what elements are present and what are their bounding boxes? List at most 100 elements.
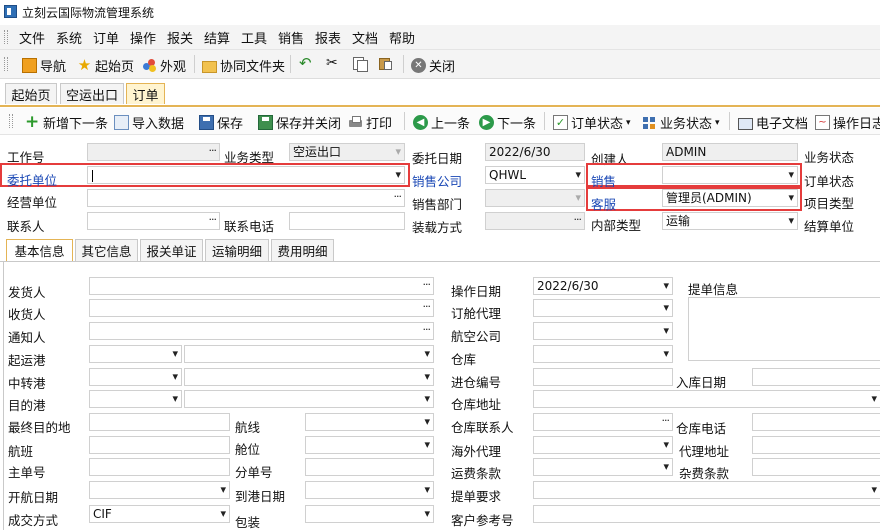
transit-code-select[interactable]: [89, 368, 182, 386]
operating-unit-field[interactable]: [87, 189, 405, 207]
operating-unit-label: 经营单位: [7, 195, 58, 210]
trade-term-select[interactable]: CIF: [89, 505, 230, 523]
text-cursor: [92, 170, 93, 182]
cut-button[interactable]: ✂: [326, 56, 341, 71]
order-status-button[interactable]: ✓ 订单状态 ▾: [553, 113, 631, 132]
menu-order[interactable]: 订单: [93, 28, 119, 47]
menu-operation[interactable]: 操作: [130, 28, 156, 47]
copy-button[interactable]: [352, 56, 368, 72]
undo-button[interactable]: ↶: [299, 56, 314, 71]
warehouse-addr-field[interactable]: [533, 390, 880, 408]
navigation-button[interactable]: 导航: [22, 56, 66, 75]
menu-settlement[interactable]: 结算: [204, 28, 230, 47]
warehouse-contact-field[interactable]: [533, 413, 673, 431]
route-select[interactable]: [305, 413, 434, 431]
contact-phone-label: 联系电话: [224, 219, 275, 234]
business-status-button[interactable]: 业务状态 ▾: [642, 113, 720, 132]
tab-customs-docs[interactable]: 报关单证: [140, 239, 203, 261]
hawb-field[interactable]: [305, 458, 434, 476]
pol-code-select[interactable]: [89, 345, 182, 363]
warehouse-select[interactable]: [533, 345, 673, 363]
bl-info-textarea[interactable]: [688, 297, 880, 361]
job-no-field[interactable]: [87, 143, 220, 161]
tab-start-page[interactable]: 起始页: [5, 83, 57, 104]
start-page-button[interactable]: ★ 起始页: [77, 56, 134, 76]
operation-log-button[interactable]: ~ 操作日志: [815, 113, 880, 132]
sales-dept-select[interactable]: [485, 189, 585, 207]
loading-method-field[interactable]: [485, 212, 585, 230]
eta-field[interactable]: [305, 481, 434, 499]
creator-field[interactable]: ADMIN: [662, 143, 798, 161]
pod-code-select[interactable]: [89, 390, 182, 408]
airline-select[interactable]: [533, 322, 673, 340]
shipper-field[interactable]: [89, 277, 434, 295]
sales-company-select[interactable]: QHWL: [485, 166, 585, 184]
freight-term-select[interactable]: [533, 458, 673, 476]
contact-field[interactable]: [87, 212, 220, 230]
etd-label: 开航日期: [8, 490, 59, 505]
paste-button[interactable]: [378, 56, 393, 71]
hawb-label: 分单号: [235, 465, 273, 480]
menu-documents[interactable]: 文档: [352, 28, 378, 47]
internal-type-select[interactable]: 运输: [662, 212, 798, 230]
shared-folder-button[interactable]: 协同文件夹: [202, 56, 285, 75]
print-button[interactable]: 打印: [348, 113, 392, 132]
inbound-date-field[interactable]: [752, 368, 880, 386]
menu-reports[interactable]: 报表: [315, 28, 341, 47]
booking-agent-select[interactable]: [533, 299, 673, 317]
title-bar: 立刻云国际物流管理系统: [0, 0, 880, 24]
cabin-select[interactable]: [305, 436, 434, 454]
op-date-field[interactable]: 2022/6/30: [533, 277, 673, 295]
consignee-field[interactable]: [89, 299, 434, 317]
menu-system[interactable]: 系统: [56, 28, 82, 47]
pod-name-select[interactable]: [184, 390, 434, 408]
tab-other-info[interactable]: 其它信息: [75, 239, 138, 261]
tab-underline: [0, 105, 880, 107]
overseas-agent-select[interactable]: [533, 436, 673, 454]
warehouse-phone-field[interactable]: [752, 413, 880, 431]
client-select[interactable]: [87, 166, 405, 184]
menu-tools[interactable]: 工具: [241, 28, 267, 47]
transit-name-select[interactable]: [184, 368, 434, 386]
bl-request-field[interactable]: [533, 481, 880, 499]
sales-select[interactable]: [662, 166, 798, 184]
tab-fee-detail[interactable]: 费用明细: [271, 239, 334, 261]
misc-term-field[interactable]: [752, 458, 880, 476]
tab-transport-detail[interactable]: 运输明细: [205, 239, 269, 261]
inbound-no-field[interactable]: [533, 368, 673, 386]
palette-icon: [142, 58, 157, 73]
next-record-button[interactable]: ▶ 下一条: [479, 113, 536, 132]
appearance-button[interactable]: 外观: [142, 56, 186, 75]
pol-name-select[interactable]: [184, 345, 434, 363]
customer-service-select[interactable]: 管理员(ADMIN): [662, 189, 798, 207]
tab-basic-info[interactable]: 基本信息: [6, 239, 73, 261]
agent-addr-field[interactable]: [752, 436, 880, 454]
tab-order[interactable]: 订单: [126, 83, 165, 104]
save-close-button[interactable]: 保存并关闭: [258, 113, 341, 132]
electronic-documents-button[interactable]: 电子文档: [738, 113, 808, 132]
import-data-button[interactable]: 导入数据: [114, 113, 184, 132]
add-next-button[interactable]: + 新增下一条: [25, 113, 108, 133]
op-date-label: 操作日期: [451, 284, 502, 299]
previous-record-button[interactable]: ◀ 上一条: [413, 113, 470, 132]
tab-air-export[interactable]: 空运出口: [60, 83, 124, 104]
menu-customs[interactable]: 报关: [167, 28, 193, 47]
notify-field[interactable]: [89, 322, 434, 340]
biz-type-select[interactable]: 空运出口: [289, 143, 405, 161]
chevron-down-icon: ▾: [715, 117, 720, 128]
sales-dept-label: 销售部门: [412, 197, 463, 212]
menu-file[interactable]: 文件: [19, 28, 45, 47]
packing-select[interactable]: [305, 505, 434, 523]
customer-ref-field[interactable]: [533, 505, 880, 523]
entrust-date-field[interactable]: 2022/6/30: [485, 143, 585, 161]
save-button[interactable]: 保存: [199, 113, 243, 132]
final-dest-field[interactable]: [89, 413, 230, 431]
etd-field[interactable]: [89, 481, 230, 499]
menu-help[interactable]: 帮助: [389, 28, 415, 47]
inbound-date-label: 入库日期: [676, 375, 727, 390]
mawb-field[interactable]: [89, 458, 230, 476]
close-button[interactable]: ✕ 关闭: [411, 56, 455, 75]
menu-sales[interactable]: 销售: [278, 28, 304, 47]
flight-field[interactable]: [89, 436, 230, 454]
contact-phone-field[interactable]: [289, 212, 405, 230]
